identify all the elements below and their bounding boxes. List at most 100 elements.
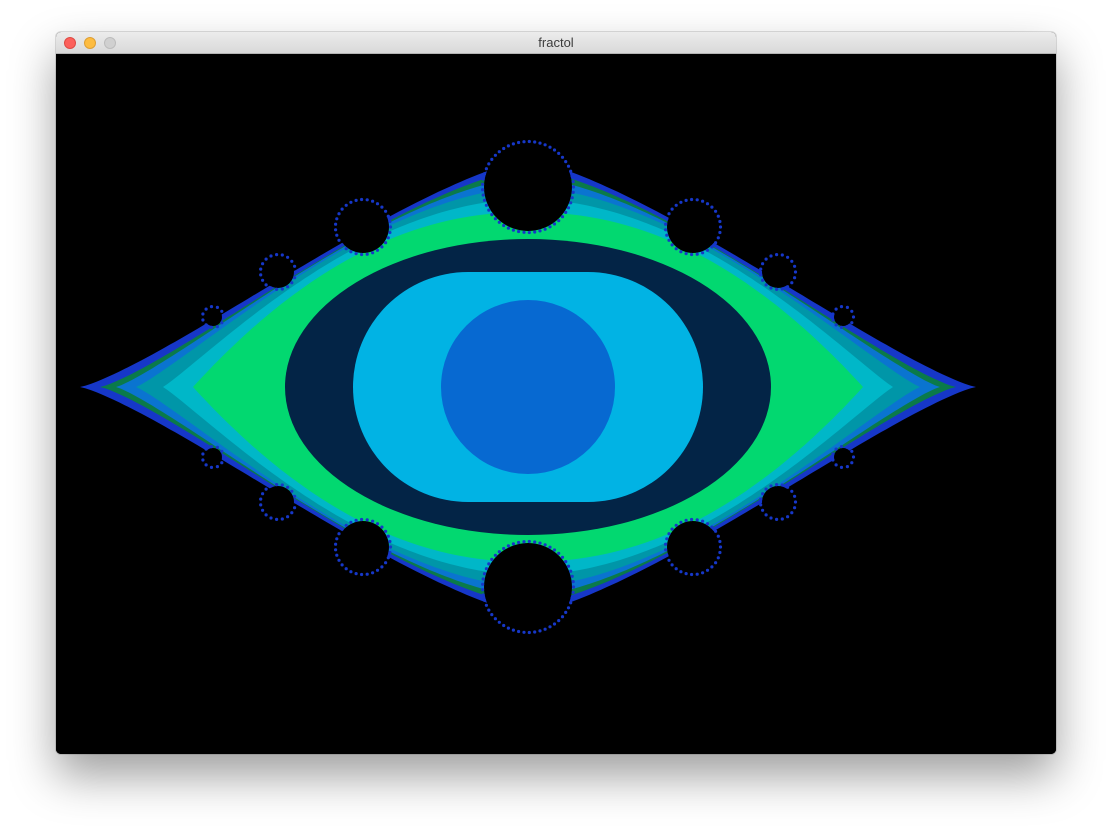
fringe-dot — [670, 243, 674, 247]
fringe-dot — [839, 465, 844, 469]
fringe-dot — [839, 325, 844, 329]
fringe-dot — [264, 487, 268, 491]
fringe-dot — [566, 206, 571, 210]
fringe-dot — [293, 276, 297, 280]
fringe-dot — [569, 169, 573, 173]
fringe-dot — [497, 620, 501, 624]
fringe-dot — [527, 230, 531, 235]
fringe-dot — [695, 252, 699, 256]
fringe-dot — [764, 487, 768, 491]
fringe-dot — [286, 285, 290, 289]
fringe-dot — [670, 207, 674, 211]
black-bulb — [337, 201, 389, 253]
fractal-canvas[interactable] — [56, 54, 1056, 754]
fringe-dot — [293, 506, 297, 510]
fringe-dot — [701, 199, 705, 203]
fringe-dot — [349, 570, 353, 574]
fringe-dot — [221, 455, 226, 459]
fringe-dot — [484, 567, 488, 571]
fringe-dot — [511, 228, 515, 232]
fringe-dot — [261, 492, 265, 496]
fringe-dot — [259, 497, 263, 501]
fringe-dot — [548, 625, 552, 629]
fringe-dot — [204, 307, 208, 311]
fringe-dot — [701, 519, 705, 523]
fringe-dot — [360, 197, 364, 202]
fringe-dot — [502, 546, 506, 551]
fringe-dot — [344, 567, 348, 571]
fringe-dot — [264, 257, 268, 261]
fringe-dot — [201, 312, 205, 316]
fringe-dot — [522, 630, 526, 634]
fringe-dot — [209, 305, 214, 309]
fringe-dot — [543, 627, 547, 631]
fringe-dot — [831, 312, 835, 316]
fringe-dot — [293, 494, 297, 498]
fringe-dot — [375, 568, 380, 572]
fringe-dot — [780, 483, 784, 487]
fringe-dot — [269, 484, 273, 488]
fringe-dot — [290, 281, 294, 285]
fringe-dot — [560, 155, 565, 159]
fringe-dot — [517, 229, 521, 234]
fringe-dot — [506, 226, 510, 230]
fringe-dot — [388, 230, 392, 235]
fringe-dot — [354, 572, 358, 576]
fringe-dot — [851, 315, 856, 319]
fringe-dot — [780, 287, 784, 291]
fringe-dot — [349, 200, 353, 204]
fringe-dot — [690, 252, 694, 257]
fringe-dot — [340, 207, 344, 211]
fringe-dot — [548, 145, 552, 149]
fringe-dot — [690, 572, 694, 577]
fringe-dot — [834, 463, 838, 467]
fringe-dot — [493, 553, 497, 557]
fringe-dot — [261, 278, 265, 282]
fringe-dot — [705, 568, 710, 572]
fringe-dot — [264, 513, 268, 517]
fringe-dot — [290, 489, 294, 493]
fringe-dot — [790, 511, 794, 515]
fringe-dot — [221, 315, 226, 319]
fringe-dot — [684, 198, 688, 202]
fringe-dot — [506, 144, 510, 148]
fringe-dot — [388, 550, 392, 555]
fringe-dot — [571, 585, 576, 589]
fringe-dot — [679, 570, 683, 574]
fringe-dot — [487, 208, 491, 212]
fringe-dot — [759, 273, 763, 277]
fringe-dot — [487, 162, 491, 166]
fringe-dot — [482, 572, 487, 576]
fringe-dot — [481, 577, 485, 581]
fringe-dot — [569, 201, 573, 205]
fringe-dot — [716, 236, 720, 240]
fringe-dot — [786, 515, 790, 519]
fringe-dot — [667, 212, 671, 216]
fringe-dot — [215, 465, 219, 469]
fringe-dot — [280, 253, 284, 257]
fringe-dot — [481, 593, 485, 597]
title-bar[interactable]: fractol — [56, 32, 1056, 54]
fringe-dot — [201, 452, 205, 456]
fringe-dot — [834, 447, 838, 451]
black-bulb — [204, 308, 222, 326]
fringe-dot — [566, 564, 571, 568]
fringe-dot — [769, 484, 773, 488]
fringe-dot — [570, 574, 574, 578]
fringe-dot — [484, 603, 488, 607]
fringe-dot — [684, 252, 688, 256]
fringe-dot — [845, 305, 850, 309]
center-disc — [441, 300, 615, 474]
fringe-dot — [571, 190, 575, 194]
fringe-dot — [482, 598, 487, 602]
fringe-dot — [259, 273, 263, 277]
fringe-dot — [482, 172, 487, 176]
fringe-dot — [388, 225, 393, 229]
fringe-dot — [280, 287, 284, 291]
fringe-dot — [533, 140, 537, 144]
fringe-dot — [371, 519, 375, 523]
fringe-dot — [716, 214, 720, 218]
fringe-dot — [487, 608, 491, 612]
fringe-dot — [780, 517, 784, 521]
fringe-dot — [695, 198, 699, 202]
